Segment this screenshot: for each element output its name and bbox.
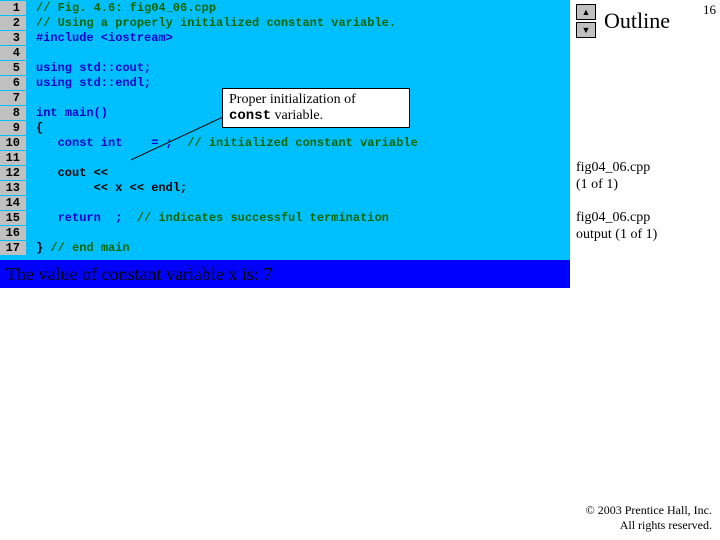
outline-title: Outline xyxy=(604,8,670,34)
line-number: 15 xyxy=(0,211,26,225)
line-number: 16 xyxy=(0,226,26,240)
code-line: 4 xyxy=(0,45,570,60)
code-line: 11 xyxy=(0,150,570,165)
side-label-source: fig04_06.cpp (1 of 1) xyxy=(576,160,650,194)
line-number: 17 xyxy=(0,241,26,255)
line-number: 4 xyxy=(0,46,26,60)
code-text: #include <iostream> xyxy=(26,31,173,45)
sidebar: ▲ ▼ Outline 16 fig04_06.cpp (1 of 1) fig… xyxy=(570,0,720,540)
code-line: 16 xyxy=(0,225,570,240)
callout-const: const xyxy=(229,108,271,124)
page-number: 16 xyxy=(703,2,716,18)
copyright: © 2003 Prentice Hall, Inc. All rights re… xyxy=(586,503,712,532)
code-text: } // end main xyxy=(26,241,130,255)
nav-next-button[interactable]: ▼ xyxy=(576,22,596,38)
side-label-output: fig04_06.cpp output (1 of 1) xyxy=(576,210,657,244)
line-number: 11 xyxy=(0,151,26,165)
callout-line1: Proper initialization of xyxy=(229,92,403,108)
line-number: 9 xyxy=(0,121,26,135)
output-strip: The value of constant variable x is: 7 xyxy=(0,260,570,288)
callout-line2b: variable. xyxy=(271,108,323,123)
code-text: using std::cout; xyxy=(26,61,151,75)
line-number: 1 xyxy=(0,1,26,15)
code-line: 17} // end main xyxy=(0,240,570,255)
line-number: 10 xyxy=(0,136,26,150)
code-text: using std::endl; xyxy=(26,76,151,90)
code-line: 2// Using a properly initialized constan… xyxy=(0,15,570,30)
code-line: 1// Fig. 4.6: fig04_06.cpp xyxy=(0,0,570,15)
code-text: { xyxy=(26,121,43,135)
code-text: int main() xyxy=(26,106,108,120)
code-text: << x << endl; xyxy=(26,181,187,195)
line-number: 6 xyxy=(0,76,26,90)
side-label-output-file: fig04_06.cpp xyxy=(576,210,657,227)
line-number: 8 xyxy=(0,106,26,120)
code-line: 10 const int = ; // initialized constant… xyxy=(0,135,570,150)
side-label-output-page: output (1 of 1) xyxy=(576,227,657,244)
line-number: 12 xyxy=(0,166,26,180)
code-text: cout << xyxy=(26,166,115,180)
callout-box: Proper initialization of const variable. xyxy=(222,88,410,128)
line-number: 13 xyxy=(0,181,26,195)
code-line: 14 xyxy=(0,195,570,210)
chevron-up-icon: ▲ xyxy=(582,7,591,17)
code-area: 1// Fig. 4.6: fig04_06.cpp2// Using a pr… xyxy=(0,0,570,260)
line-number: 14 xyxy=(0,196,26,210)
line-number: 7 xyxy=(0,91,26,105)
code-line: 5using std::cout; xyxy=(0,60,570,75)
code-text: return ; // indicates successful termina… xyxy=(26,211,389,225)
code-line: 13 << x << endl; xyxy=(0,180,570,195)
code-line: 15 return ; // indicates successful term… xyxy=(0,210,570,225)
copyright-line1: © 2003 Prentice Hall, Inc. xyxy=(586,503,712,517)
code-line: 12 cout << xyxy=(0,165,570,180)
chevron-down-icon: ▼ xyxy=(582,25,591,35)
line-number: 2 xyxy=(0,16,26,30)
side-label-source-file: fig04_06.cpp xyxy=(576,160,650,177)
nav-prev-button[interactable]: ▲ xyxy=(576,4,596,20)
code-text: // Fig. 4.6: fig04_06.cpp xyxy=(26,1,216,15)
copyright-line2: All rights reserved. xyxy=(586,518,712,532)
code-text: // Using a properly initialized constant… xyxy=(26,16,396,30)
code-text: const int = ; // initialized constant va… xyxy=(26,136,418,150)
line-number: 5 xyxy=(0,61,26,75)
code-line: 3#include <iostream> xyxy=(0,30,570,45)
line-number: 3 xyxy=(0,31,26,45)
side-label-source-page: (1 of 1) xyxy=(576,177,650,194)
output-text: The value of constant variable x is: 7 xyxy=(6,264,272,285)
